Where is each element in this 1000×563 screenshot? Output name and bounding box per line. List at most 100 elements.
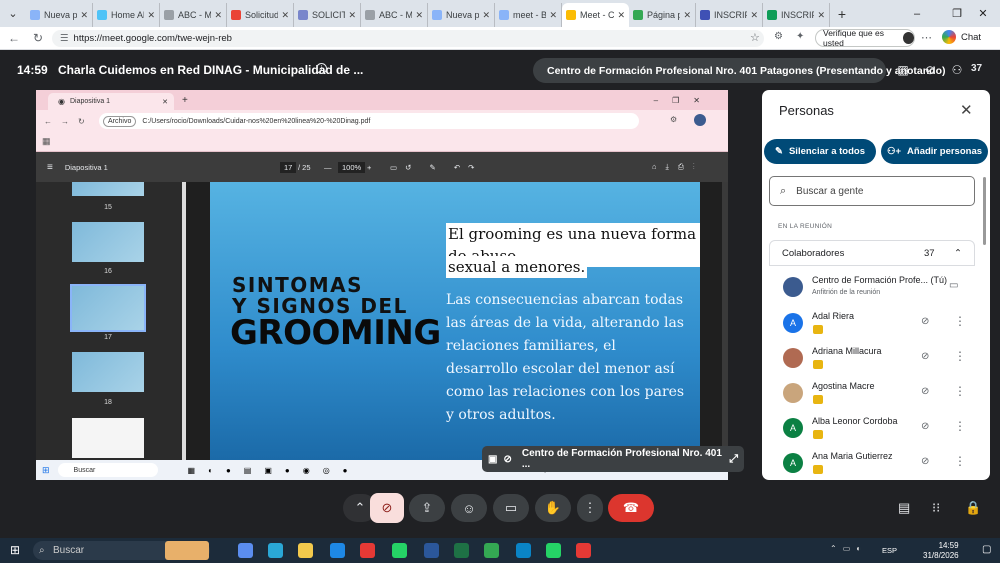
participants-icon[interactable]: ⚇ [949,63,965,77]
new-tab-button[interactable]: + [830,0,854,27]
mic-off-icon[interactable]: ⊘ [921,316,929,327]
pin-icon[interactable]: ✦ [796,31,804,42]
taskbar-app-icon[interactable] [516,543,531,558]
browser-tab[interactable]: ABC - Me✕ [361,3,428,27]
participant-more-icon[interactable]: ⋮ [954,419,966,433]
taskbar-app-icon[interactable] [484,543,499,558]
browser-tab[interactable]: SOLICITUD✕ [294,3,361,27]
verify-button[interactable]: Verifique que es usted [815,28,915,48]
tab-close-icon[interactable]: ✕ [683,10,691,21]
taskbar-app-icon[interactable] [576,543,591,558]
taskbar-app-icon[interactable] [360,543,375,558]
participant-row[interactable]: Adriana Millacura ⊘ ⋮ [769,341,981,375]
back-icon[interactable]: ← [4,28,24,48]
participant-row[interactable]: A Ana Maria Gutierrez ⊘ ⋮ [769,446,981,480]
browser-tab[interactable]: Home Alli✕ [93,3,160,27]
start-icon[interactable]: ⊞ [10,543,20,557]
taskbar-app-icon[interactable] [165,541,209,560]
chat-panel-icon[interactable]: ▤ [898,500,910,516]
participant-name: Ana Maria Gutierrez [812,451,893,461]
chat-button[interactable]: Chat [942,30,981,44]
site-info-icon[interactable]: ☰ [60,33,69,44]
tab-close-icon[interactable]: ✕ [281,10,289,21]
url-field[interactable]: ☰ https://meet.google.com/twe-wejn-reb [52,30,764,47]
extension-icon[interactable]: ⚙ [774,31,783,42]
clock[interactable]: 14:59 31/8/2026 [923,541,959,561]
tray-icons[interactable]: ⌃▭◐ [830,544,867,553]
taskbar-app-icon[interactable] [330,543,345,558]
presenter-overlay[interactable]: ▣ ⊘ Centro de Formación Profesional Nro.… [482,446,744,472]
raise-hand-button[interactable]: ✋ [535,494,571,522]
tab-close-icon[interactable]: ✕ [415,10,423,21]
close-window-icon[interactable]: ✕ [966,0,1000,27]
taskbar-app-icon[interactable] [238,543,253,558]
browser-tab[interactable]: Solicitud d✕ [227,3,294,27]
tab-close-icon[interactable]: ✕ [214,10,222,21]
participant-row[interactable]: Agostina Macre ⊘ ⋮ [769,376,981,410]
tab-close-icon[interactable]: ✕ [80,10,88,21]
host-controls-icon[interactable]: 🔒 [965,500,981,516]
notification-icon[interactable]: ▢ [982,544,991,555]
collaborator-badge-icon [813,325,823,334]
browser-tab[interactable]: INSCRIPCI✕ [763,3,830,27]
browser-tab[interactable]: Meet - Ch✕ [562,3,629,27]
taskbar-app-icon[interactable] [298,543,313,558]
taskbar-app-icon[interactable] [546,543,561,558]
tab-close-icon[interactable]: ✕ [617,10,625,21]
minimize-icon[interactable]: – [900,0,934,27]
browser-tab[interactable]: Nueva pe✕ [428,3,495,27]
collaborators-group[interactable]: Colaboradores 37 ⌃ [769,240,975,266]
meeting-info-icon[interactable]: i [316,63,327,74]
captions-button[interactable]: ▭ [493,494,529,522]
tab-close-icon[interactable]: ✕ [348,10,356,21]
pin-screen-icon[interactable]: ▭ [949,280,958,291]
tab-close-icon[interactable]: ✕ [817,10,825,21]
camera-toggle-button[interactable]: ⊘ [370,493,404,523]
participant-row[interactable]: A Adal Riera ⊘ ⋮ [769,306,981,340]
browser-tab[interactable]: Nueva pe✕ [26,3,93,27]
presenter-chip[interactable]: Centro de Formación Profesional Nro. 401… [533,58,946,83]
present-screen-button[interactable]: ⇪ [409,494,445,522]
browser-tab[interactable]: INSCRIPCI✕ [696,3,763,27]
tab-close-icon[interactable]: ✕ [750,10,758,21]
mic-off-icon[interactable]: ⊘ [921,386,929,397]
participant-more-icon[interactable]: ⋮ [954,384,966,398]
menu-dots-icon[interactable]: ⋯ [921,31,932,44]
activities-icon[interactable]: ⁝⁝ [932,500,940,516]
collapse-icon[interactable]: ⌃ [954,248,962,259]
expand-icon[interactable]: ⤢ [729,453,738,466]
language-indicator[interactable]: ESP [882,546,897,555]
emoji-button[interactable]: ☺ [451,494,487,522]
participant-more-icon[interactable]: ⋮ [954,314,966,328]
tab-close-icon[interactable]: ✕ [147,10,155,21]
panel-scrollbar[interactable] [983,177,986,245]
taskbar-app-icon[interactable] [392,543,407,558]
tab-close-icon[interactable]: ✕ [482,10,490,21]
mic-off-icon[interactable]: ⊘ [921,351,929,362]
browser-tab[interactable]: meet - Bú✕ [495,3,562,27]
bookmark-star-icon[interactable]: ☆ [750,31,760,44]
tab-search-menu-icon[interactable]: ⌄ [0,0,26,27]
browser-tab[interactable]: ABC - Me✕ [160,3,227,27]
taskbar-app-icon[interactable] [268,543,283,558]
stop-screen-icon[interactable]: ▨ [895,63,911,77]
close-panel-icon[interactable]: ✕ [960,101,973,119]
mic-off-icon[interactable]: ⊘ [921,456,929,467]
people-search-input[interactable]: ⌕ Buscar a gente [769,176,975,206]
more-options-button[interactable]: ⋮ [577,494,603,522]
browser-tab[interactable]: Página pr✕ [629,3,696,27]
participant-row[interactable]: Centro de Formación Profe... (Tú) Anfitri… [769,270,981,304]
mute-all-button[interactable]: ✎ Silenciar a todos [764,139,876,164]
camera-off-icon[interactable]: ⊘ [922,63,938,77]
participant-row[interactable]: A Alba Leonor Cordoba ⊘ ⋮ [769,411,981,445]
participant-more-icon[interactable]: ⋮ [954,349,966,363]
taskbar-app-icon[interactable] [424,543,439,558]
taskbar-app-icon[interactable] [454,543,469,558]
reload-icon[interactable]: ↻ [28,28,48,48]
leave-call-button[interactable]: ☎ [608,494,654,522]
address-bar: ← ↻ ☰ https://meet.google.com/twe-wejn-r… [0,27,1000,50]
add-people-button[interactable]: ⚇+ Añadir personas [881,139,988,164]
tab-close-icon[interactable]: ✕ [549,10,557,21]
participant-more-icon[interactable]: ⋮ [954,454,966,468]
mic-off-icon[interactable]: ⊘ [921,421,929,432]
